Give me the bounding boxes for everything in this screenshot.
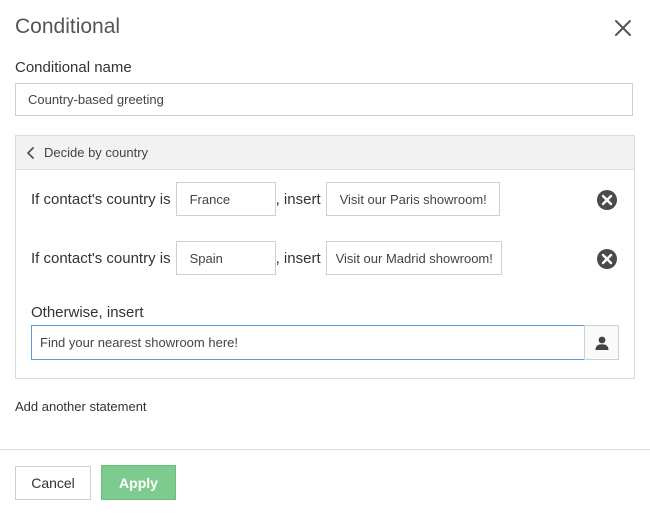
insert-value-input[interactable] [325,241,502,275]
insert-value-input[interactable] [325,182,500,216]
apply-button[interactable]: Apply [101,465,176,500]
statement-row: If contact's country is , insert [31,241,502,275]
otherwise-input[interactable] [31,325,585,360]
conditional-name-label: Conditional name [15,59,132,76]
decide-by-country-header[interactable]: Decide by country [16,136,634,170]
insert-personalization-button[interactable] [584,325,619,360]
cancel-button[interactable]: Cancel [15,466,91,500]
remove-circle-icon[interactable] [596,189,618,211]
close-icon[interactable] [612,17,634,39]
statement-row: If contact's country is , insert [31,182,500,216]
footer-divider [0,449,650,450]
dialog-title: Conditional [15,15,121,38]
remove-circle-icon[interactable] [596,248,618,270]
conditional-name-input[interactable] [15,83,633,116]
person-icon [595,336,608,350]
country-input[interactable] [175,182,276,216]
statement-middle: , insert [275,249,321,267]
panel-header-label: Decide by country [44,145,149,160]
statement-middle: , insert [275,190,321,208]
condition-panel: Decide by country If contact's country i… [15,135,635,379]
add-statement-link[interactable]: Add another statement [15,399,147,414]
otherwise-label: Otherwise, insert [31,304,144,321]
statement-prefix: If contact's country is [31,249,171,267]
chevron-left-icon [27,146,34,159]
statement-prefix: If contact's country is [31,190,171,208]
country-input[interactable] [175,241,276,275]
